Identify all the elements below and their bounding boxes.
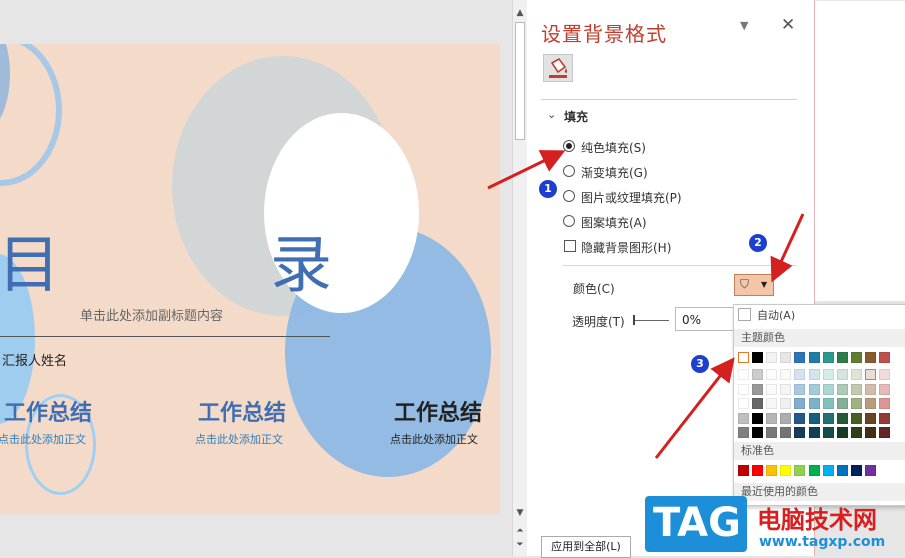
annotation-arrows <box>487 150 805 459</box>
watermark: TAG 电脑技术网 www.tagxp.com <box>645 496 905 556</box>
brand-url: www.tagxp.com <box>759 534 886 550</box>
arrow-2 <box>770 213 805 283</box>
brand-site-name: 电脑技术网 <box>757 506 877 534</box>
brand-logo: TAG <box>645 496 747 552</box>
arrow-1 <box>487 150 566 190</box>
arrow-3 <box>654 357 735 459</box>
